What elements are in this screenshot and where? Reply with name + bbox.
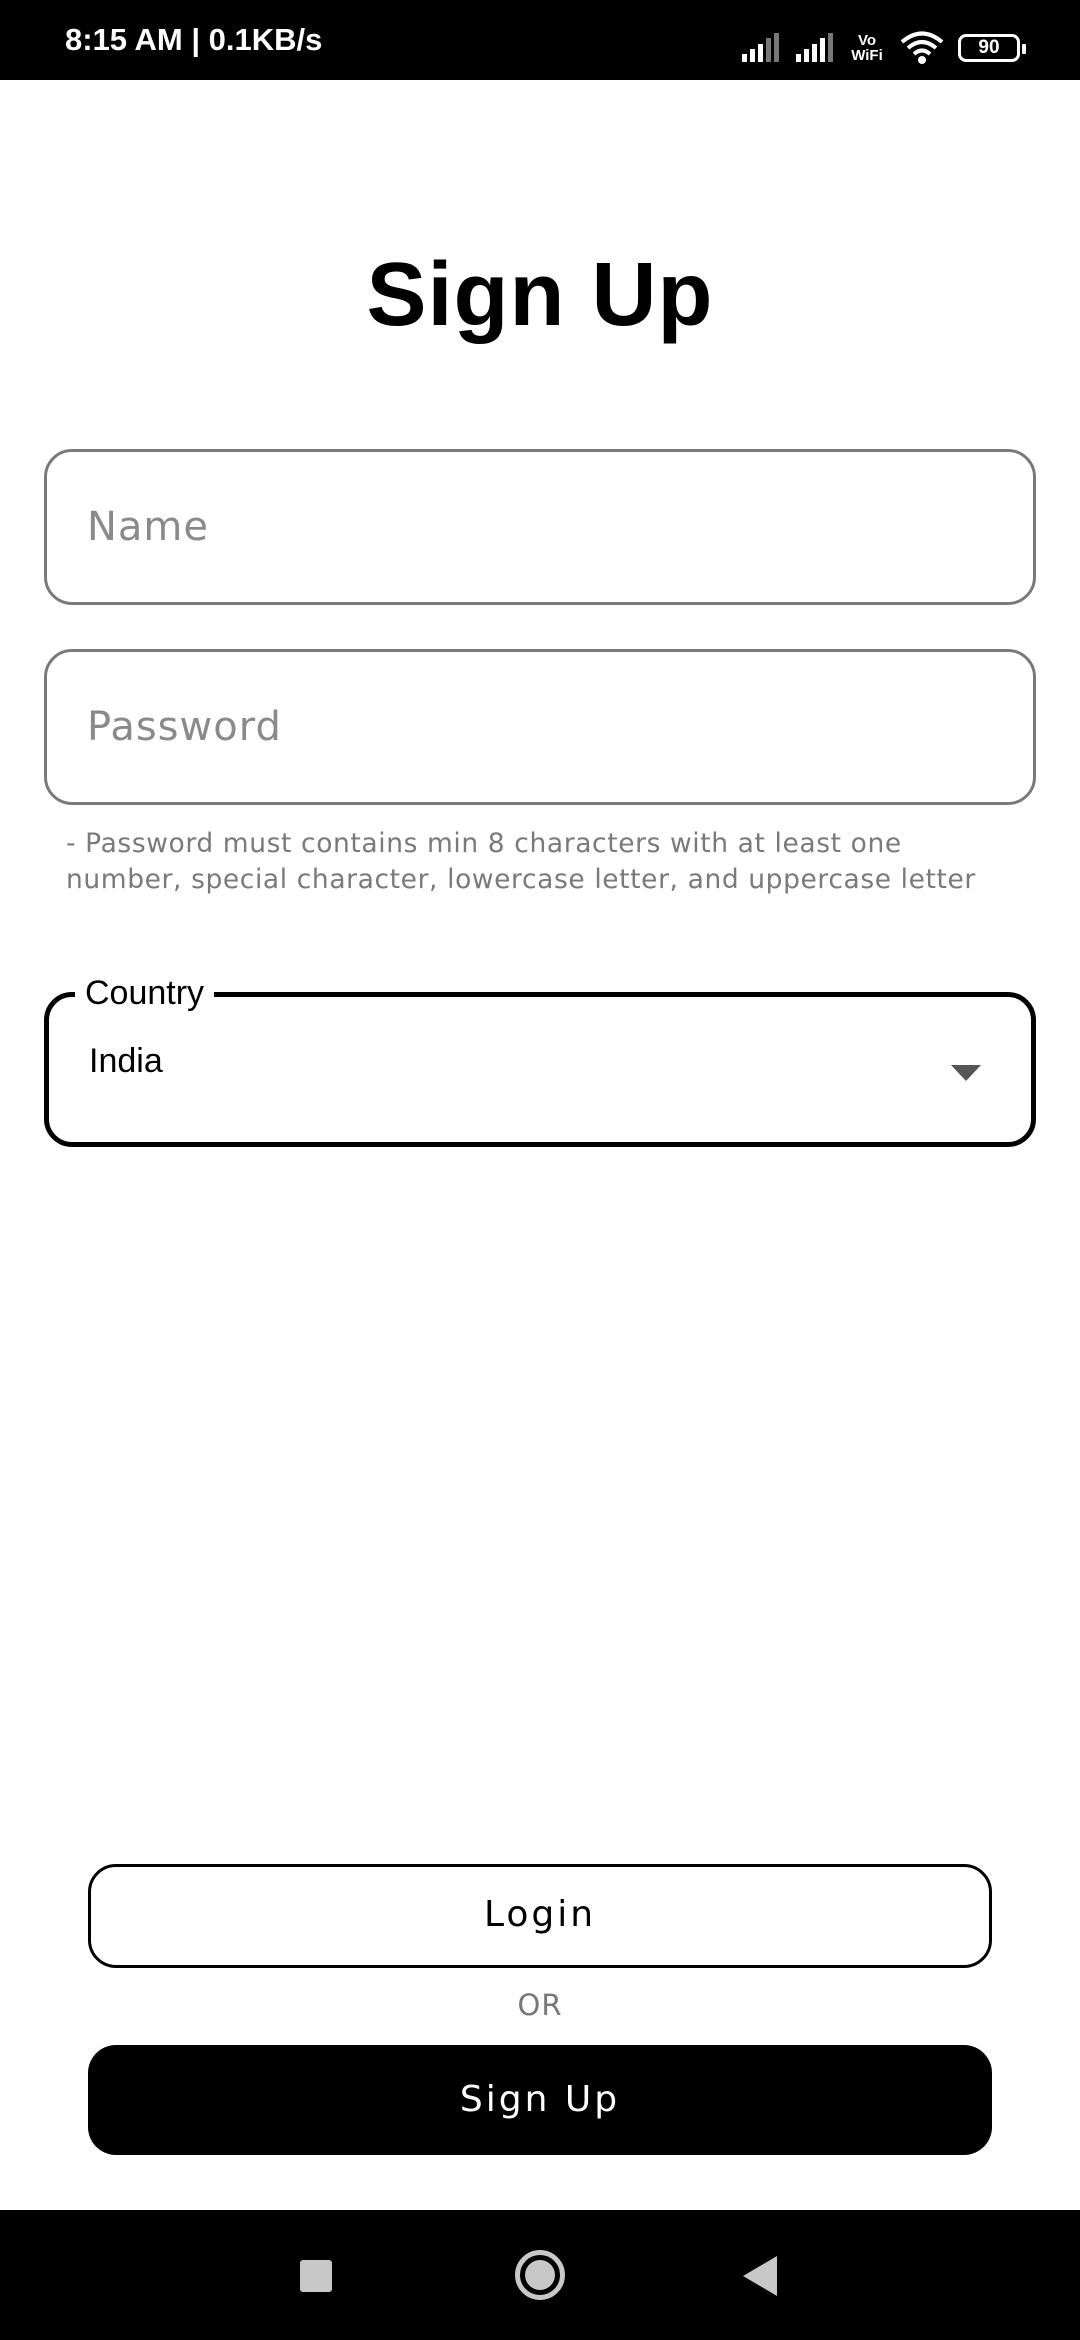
name-field[interactable] [44, 449, 1036, 605]
password-field[interactable] [44, 649, 1036, 805]
status-bar: 8:15 AM | 0.1KB/s Vo WiFi 90 [0, 0, 1080, 80]
back-icon[interactable] [743, 2256, 777, 2296]
navigation-bar [0, 2210, 1080, 2340]
country-select[interactable]: Country India [44, 967, 1036, 1147]
signup-button[interactable]: Sign Up [88, 2045, 992, 2155]
name-input[interactable] [87, 452, 987, 602]
chevron-down-icon[interactable] [951, 1065, 981, 1081]
vowifi-bottom-label: WiFi [851, 47, 883, 64]
signal-icon [796, 33, 833, 62]
home-icon[interactable] [515, 2250, 565, 2300]
vowifi-icon: Vo WiFi [848, 33, 886, 63]
battery-icon: 90 [958, 34, 1026, 62]
country-label: Country [75, 967, 215, 1019]
status-time-speed: 8:15 AM | 0.1KB/s [65, 22, 323, 57]
signal-icon [742, 33, 779, 62]
status-icons: Vo WiFi 90 [740, 28, 1026, 68]
login-button[interactable]: Login [88, 1864, 992, 1968]
wifi-icon [900, 31, 944, 64]
vowifi-top-label: Vo [857, 32, 877, 49]
battery-level: 90 [978, 37, 1000, 58]
password-input[interactable] [87, 652, 987, 802]
page-title: Sign Up [366, 245, 714, 345]
or-divider-text: OR [517, 1988, 563, 2022]
recents-icon[interactable] [300, 2260, 332, 2292]
password-hint: - Password must contains min 8 character… [66, 828, 976, 895]
country-value: India [89, 1042, 163, 1080]
